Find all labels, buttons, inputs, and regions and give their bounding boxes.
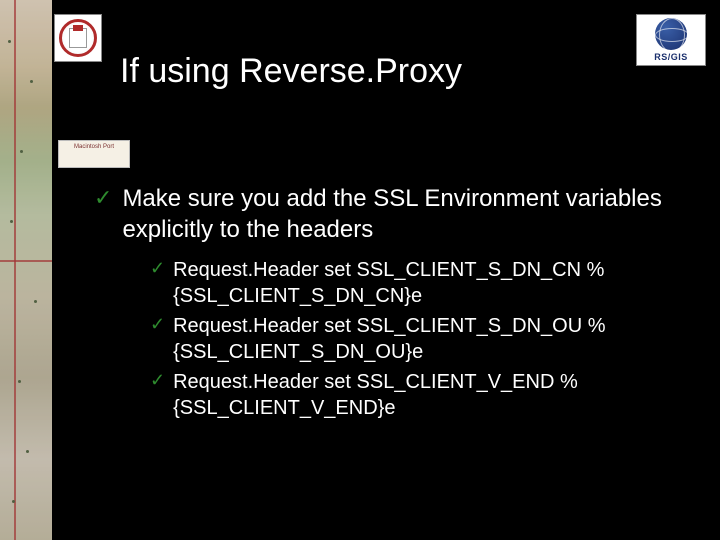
usace-seal-logo xyxy=(54,14,102,62)
small-badge-text: Macintosh Port xyxy=(74,144,114,150)
sub-bullet-text: Request.Header set SSL_CLIENT_S_DN_CN %{… xyxy=(173,257,684,309)
main-bullet-text: Make sure you add the SSL Environment va… xyxy=(122,184,684,245)
main-bullet: ✓ Make sure you add the SSL Environment … xyxy=(94,184,684,245)
sub-bullet-text: Request.Header set SSL_CLIENT_V_END %{SS… xyxy=(173,369,684,421)
checkmark-icon: ✓ xyxy=(150,313,165,336)
list-item: ✓ Request.Header set SSL_CLIENT_S_DN_CN … xyxy=(150,257,684,309)
map-sidebar-strip xyxy=(0,0,52,540)
rsgis-logo: RS/GIS xyxy=(636,14,706,66)
list-item: ✓ Request.Header set SSL_CLIENT_S_DN_OU … xyxy=(150,313,684,365)
sub-bullet-list: ✓ Request.Header set SSL_CLIENT_S_DN_CN … xyxy=(150,257,684,421)
slide-title: If using Reverse.Proxy xyxy=(120,52,462,91)
small-badge: Macintosh Port xyxy=(58,140,130,168)
globe-icon xyxy=(655,18,687,50)
rsgis-logo-text: RS/GIS xyxy=(654,52,688,62)
checkmark-icon: ✓ xyxy=(150,369,165,392)
slide-content: ✓ Make sure you add the SSL Environment … xyxy=(94,184,684,425)
checkmark-icon: ✓ xyxy=(94,184,112,213)
sub-bullet-text: Request.Header set SSL_CLIENT_S_DN_OU %{… xyxy=(173,313,684,365)
map-texture xyxy=(0,0,52,540)
seal-icon xyxy=(59,19,97,57)
checkmark-icon: ✓ xyxy=(150,257,165,280)
list-item: ✓ Request.Header set SSL_CLIENT_V_END %{… xyxy=(150,369,684,421)
